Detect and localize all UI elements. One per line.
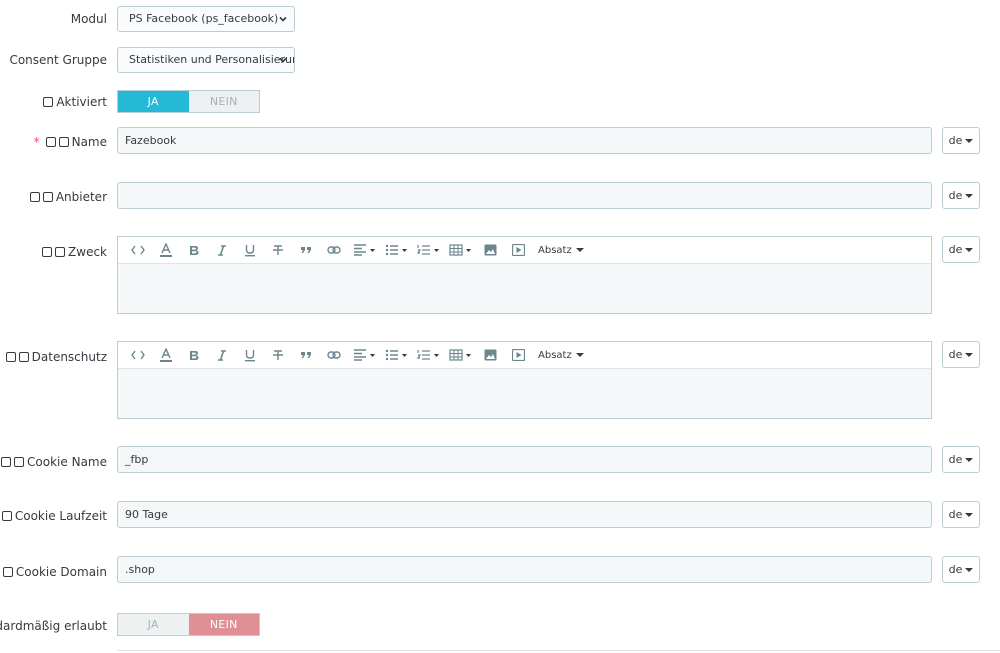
cookie-domain-language-button[interactable]: de [942, 556, 980, 583]
table-icon[interactable] [444, 345, 476, 365]
standard-erlaubt-label: Standardmäßig erlaubt [0, 619, 107, 633]
cookie-laufzeit-label: Cookie Laufzeit [0, 509, 107, 523]
chevron-down-icon [279, 16, 287, 22]
blockquote-icon[interactable] [292, 240, 320, 260]
format-dropdown[interactable]: Absatz [538, 350, 584, 361]
caret-down-icon [965, 512, 974, 517]
checkbox[interactable] [43, 97, 54, 107]
datenschutz-language-button[interactable]: de [942, 341, 980, 368]
zweck-language-button[interactable]: de [942, 236, 980, 263]
italic-icon[interactable] [208, 345, 236, 365]
checkbox[interactable] [58, 137, 69, 147]
cookie-name-language-button[interactable]: de [942, 446, 980, 473]
numbered-list-icon[interactable] [412, 345, 444, 365]
text-color-icon[interactable] [152, 240, 180, 260]
caret-down-icon [965, 138, 974, 143]
image-icon[interactable] [476, 240, 504, 260]
checkbox[interactable] [29, 192, 40, 202]
bold-icon[interactable] [180, 345, 208, 365]
checkbox[interactable] [1, 511, 12, 521]
datenschutz-editor[interactable]: Absatz [117, 341, 932, 419]
blockquote-icon[interactable] [292, 345, 320, 365]
strikethrough-icon[interactable] [264, 240, 292, 260]
numbered-list-icon[interactable] [412, 240, 444, 260]
standard-yes-option[interactable]: JA [118, 614, 189, 635]
code-icon[interactable] [124, 345, 152, 365]
caret-down-icon [965, 457, 974, 462]
caret-down-icon [965, 247, 974, 252]
modul-select[interactable]: PS Facebook (ps_facebook) [117, 6, 295, 32]
standard-no-option[interactable]: NEIN [188, 614, 259, 635]
caret-down-icon [965, 352, 974, 357]
name-label: * Name [33, 135, 107, 149]
link-icon[interactable] [320, 345, 348, 365]
cookie-domain-label: Cookie Domain [0, 565, 107, 579]
aktiviert-toggle[interactable]: JA NEIN [117, 90, 260, 113]
checkbox[interactable] [45, 137, 56, 147]
name-input[interactable]: Fazebook [117, 127, 932, 154]
checkbox[interactable] [18, 352, 29, 362]
standard-erlaubt-toggle[interactable]: JA NEIN [117, 613, 260, 636]
zweck-editor-area[interactable] [118, 264, 931, 313]
consent-gruppe-label: Consent Gruppe [9, 53, 107, 67]
underline-icon[interactable] [236, 240, 264, 260]
anbieter-input[interactable] [117, 182, 932, 209]
align-icon[interactable] [348, 240, 380, 260]
checkbox[interactable] [42, 192, 53, 202]
cookie-laufzeit-language-button[interactable]: de [942, 501, 980, 528]
consent-gruppe-select[interactable]: Statistiken und Personalisierung [117, 47, 295, 73]
video-icon[interactable] [504, 240, 532, 260]
checkbox[interactable] [5, 352, 16, 362]
name-language-button[interactable]: de [942, 127, 980, 154]
bullet-list-icon[interactable] [380, 345, 412, 365]
code-icon[interactable] [124, 240, 152, 260]
datenschutz-label: Datenschutz [5, 350, 107, 364]
checkbox[interactable] [2, 567, 13, 577]
bullet-list-icon[interactable] [380, 240, 412, 260]
cookie-name-label: Cookie Name [1, 455, 107, 469]
datenschutz-editor-area[interactable] [118, 369, 931, 418]
italic-icon[interactable] [208, 240, 236, 260]
checkbox[interactable] [14, 457, 25, 467]
editor-toolbar: Absatz [118, 237, 931, 264]
caret-down-icon [575, 353, 584, 357]
align-icon[interactable] [348, 345, 380, 365]
zweck-label: Zweck [42, 245, 107, 259]
link-icon[interactable] [320, 240, 348, 260]
chevron-down-icon [279, 57, 287, 63]
bold-icon[interactable] [180, 240, 208, 260]
cookie-name-input[interactable]: _fbp [117, 446, 932, 473]
strikethrough-icon[interactable] [264, 345, 292, 365]
table-icon[interactable] [444, 240, 476, 260]
anbieter-label: Anbieter [29, 190, 107, 204]
aktiviert-yes-option[interactable]: JA [118, 91, 189, 112]
aktiviert-no-option[interactable]: NEIN [189, 91, 260, 112]
caret-down-icon [965, 193, 974, 198]
modul-label: Modul [70, 12, 107, 26]
editor-toolbar: Absatz [118, 342, 931, 369]
required-mark: * [33, 135, 40, 149]
caret-down-icon [575, 248, 584, 252]
divider [117, 650, 1000, 651]
underline-icon[interactable] [236, 345, 264, 365]
video-icon[interactable] [504, 345, 532, 365]
caret-down-icon [965, 567, 974, 572]
checkbox[interactable] [55, 247, 66, 257]
format-dropdown[interactable]: Absatz [538, 245, 584, 256]
image-icon[interactable] [476, 345, 504, 365]
anbieter-language-button[interactable]: de [942, 182, 980, 209]
text-color-icon[interactable] [152, 345, 180, 365]
zweck-editor[interactable]: Absatz [117, 236, 932, 314]
cookie-domain-input[interactable]: .shop [117, 556, 932, 583]
aktiviert-label: Aktiviert [43, 95, 107, 109]
cookie-laufzeit-input[interactable]: 90 Tage [117, 501, 932, 528]
checkbox[interactable] [42, 247, 53, 257]
checkbox[interactable] [1, 457, 12, 467]
